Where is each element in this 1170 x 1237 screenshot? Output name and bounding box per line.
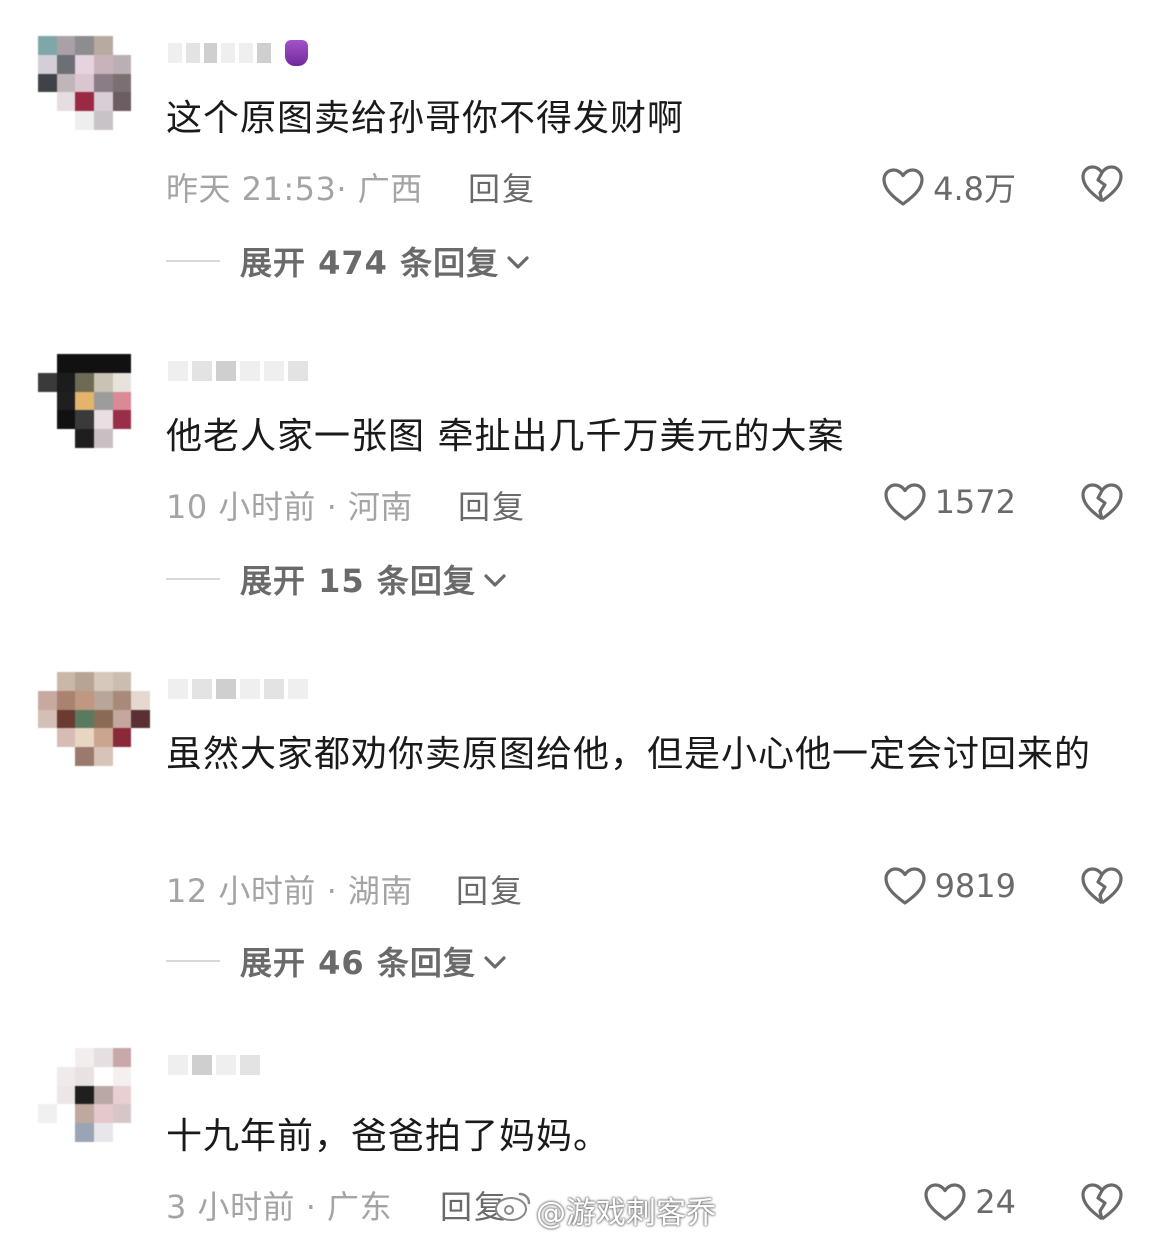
watermark-text: @游戏刺客乔 bbox=[536, 1196, 716, 1231]
dislike-button[interactable] bbox=[1080, 866, 1124, 906]
comment-time-location: 12 小时前 · 湖南 bbox=[166, 872, 413, 910]
like-count: 24 bbox=[975, 1183, 1016, 1221]
broken-heart-icon bbox=[1080, 482, 1124, 522]
broken-heart-icon bbox=[1080, 866, 1124, 906]
like-count: 4.8万 bbox=[933, 170, 1016, 208]
chevron-down-icon bbox=[505, 242, 531, 280]
purple-badge-icon bbox=[284, 40, 308, 66]
expand-replies-button[interactable]: 展开 15 条回复 bbox=[166, 556, 508, 602]
username-blurred[interactable] bbox=[168, 356, 308, 386]
comment-text: 虽然大家都劝你卖原图给他，但是小心他一定会讨回来的 bbox=[166, 734, 1092, 775]
username-blurred[interactable] bbox=[168, 38, 308, 68]
expand-replies-label: 展开 474 条回复 bbox=[240, 244, 500, 282]
divider-line bbox=[166, 960, 220, 962]
chevron-down-icon bbox=[482, 942, 508, 980]
expand-replies-button[interactable]: 展开 474 条回复 bbox=[166, 238, 531, 284]
avatar[interactable] bbox=[38, 36, 150, 130]
heart-outline-icon bbox=[881, 167, 925, 207]
username-blurred[interactable] bbox=[168, 1050, 308, 1080]
broken-heart-icon bbox=[1080, 164, 1124, 204]
comment-text: 十九年前，爸爸拍了妈妈。 bbox=[166, 1116, 611, 1157]
divider-line bbox=[166, 260, 220, 262]
comment-time-location: 10 小时前 · 河南 bbox=[166, 488, 413, 526]
heart-outline-icon bbox=[883, 482, 927, 522]
reply-button[interactable]: 回复 bbox=[468, 164, 536, 210]
expand-replies-label: 展开 46 条回复 bbox=[240, 944, 476, 982]
avatar[interactable] bbox=[38, 1048, 150, 1142]
expand-replies-label: 展开 15 条回复 bbox=[240, 562, 476, 600]
weibo-logo-icon bbox=[494, 1190, 532, 1230]
avatar[interactable] bbox=[38, 672, 150, 766]
reply-button[interactable]: 回复 bbox=[456, 866, 524, 912]
comment-text: 这个原图卖给孙哥你不得发财啊 bbox=[166, 98, 685, 139]
watermark: @游戏刺客乔 bbox=[494, 1188, 716, 1232]
like-count: 1572 bbox=[934, 483, 1016, 521]
reply-button[interactable]: 回复 bbox=[458, 482, 526, 528]
comment-text: 他老人家一张图 牵扯出几千万美元的大案 bbox=[166, 416, 845, 457]
chevron-down-icon bbox=[482, 560, 508, 598]
like-button[interactable]: 4.8万 bbox=[881, 164, 1016, 210]
divider-line bbox=[166, 578, 220, 580]
like-button[interactable]: 1572 bbox=[883, 482, 1016, 522]
heart-outline-icon bbox=[883, 866, 927, 906]
like-count: 9819 bbox=[934, 867, 1016, 905]
username-blurred[interactable] bbox=[168, 674, 308, 704]
heart-outline-icon bbox=[923, 1182, 967, 1222]
dislike-button[interactable] bbox=[1080, 482, 1124, 522]
comment-time-location: 昨天 21:53· 广西 bbox=[166, 170, 423, 208]
dislike-button[interactable] bbox=[1080, 1182, 1124, 1222]
like-button[interactable]: 9819 bbox=[883, 866, 1016, 906]
expand-replies-button[interactable]: 展开 46 条回复 bbox=[166, 938, 508, 984]
like-button[interactable]: 24 bbox=[923, 1182, 1016, 1222]
broken-heart-icon bbox=[1080, 1182, 1124, 1222]
dislike-button[interactable] bbox=[1080, 164, 1124, 204]
avatar[interactable] bbox=[38, 354, 150, 448]
comment-time-location: 3 小时前 · 广东 bbox=[166, 1188, 393, 1226]
